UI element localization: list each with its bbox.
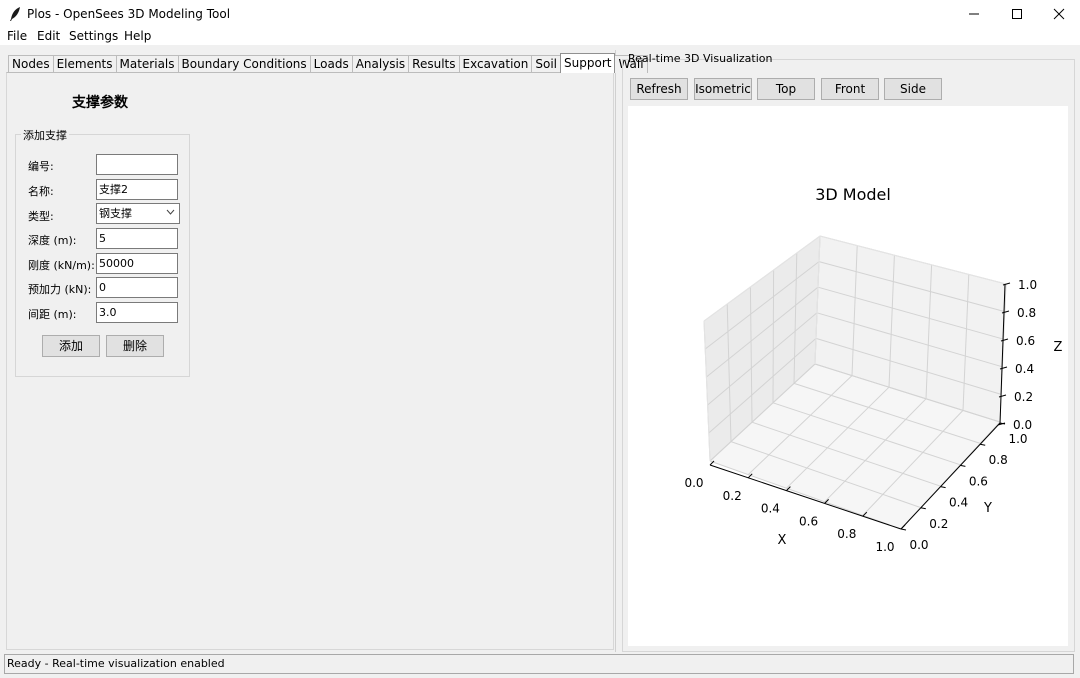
type-value: 钢支撑 [99, 207, 132, 220]
z-tick-label: 0.6 [1016, 334, 1035, 348]
plot-title: 3D Model [815, 185, 891, 204]
id-label: 编号: [28, 160, 54, 173]
front-view-button[interactable]: Front [821, 78, 879, 100]
side-view-button[interactable]: Side [884, 78, 942, 100]
tab-excavation[interactable]: Excavation [458, 55, 533, 73]
z-axis-label: Z [1054, 340, 1063, 355]
tab-materials[interactable]: Materials [115, 55, 179, 73]
menu-bar: File Edit Settings Help [0, 28, 1080, 46]
depth-label: 深度 (m): [28, 234, 77, 247]
section-title: 支撑参数 [72, 95, 128, 111]
feather-icon [10, 7, 20, 21]
refresh-button[interactable]: Refresh [630, 78, 688, 100]
status-bar: Ready - Real-time visualization enabled [4, 654, 1074, 674]
y-axis-label: Y [983, 501, 992, 516]
type-label: 类型: [28, 210, 54, 223]
group-label: 添加支撑 [21, 127, 69, 143]
tab-loads[interactable]: Loads [309, 55, 353, 73]
id-input[interactable] [96, 154, 178, 175]
maximize-icon [1012, 9, 1022, 19]
tab-strip: Nodes Elements Materials Boundary Condit… [8, 53, 648, 73]
close-button[interactable] [1038, 0, 1080, 28]
tab-boundary-conditions[interactable]: Boundary Conditions [177, 55, 311, 73]
tab-analysis[interactable]: Analysis [351, 55, 410, 73]
depth-input[interactable]: 5 [96, 228, 178, 249]
maximize-button[interactable] [996, 0, 1038, 28]
x-tick-label: 0.4 [761, 502, 780, 516]
y-tick-label: 0.2 [929, 517, 948, 531]
y-tick-mark [960, 464, 966, 467]
minimize-icon [969, 13, 979, 15]
chevron-down-icon [166, 209, 175, 215]
title-bar: Plos - OpenSees 3D Modeling Tool [0, 0, 1080, 28]
add-button[interactable]: 添加 [42, 335, 100, 357]
spacing-label: 间距 (m): [28, 308, 77, 321]
name-input[interactable]: 支撑2 [96, 179, 178, 200]
y-tick-label: 0.4 [949, 496, 968, 510]
x-axis-label: X [778, 533, 787, 548]
plot-canvas[interactable]: 3D Model 0.0 0.2 0.4 0.6 0.8 1.0 0.0 0.2 0.4 0.6… [628, 106, 1068, 646]
stiffness-label: 刚度 (kN/m): [28, 259, 95, 272]
z-tick-label: 1.0 [1018, 278, 1037, 292]
window-title: Plos - OpenSees 3D Modeling Tool [27, 7, 231, 21]
z-tick-label: 0.4 [1015, 362, 1034, 376]
menu-settings[interactable]: Settings [69, 29, 118, 43]
y-tick-label: 1.0 [1008, 432, 1027, 446]
z-tick-label: 0.8 [1017, 306, 1036, 320]
prestress-input[interactable]: 0 [96, 277, 178, 298]
y-tick-mark [940, 486, 946, 489]
tab-soil[interactable]: Soil [531, 55, 562, 73]
top-view-button[interactable]: Top [757, 78, 815, 100]
z-tick-label: 0.0 [1013, 418, 1032, 432]
visualization-label: Real-time 3D Visualization [628, 52, 773, 65]
x-tick-label: 0.2 [723, 489, 742, 503]
x-tick-label: 0.8 [837, 527, 856, 541]
tab-nodes[interactable]: Nodes [8, 55, 54, 73]
stiffness-input[interactable]: 50000 [96, 253, 178, 274]
isometric-button[interactable]: Isometric [694, 78, 752, 100]
x-tick-label: 0.6 [799, 514, 818, 528]
minimize-button[interactable] [953, 0, 995, 28]
tab-results[interactable]: Results [408, 55, 460, 73]
y-tick-mark [900, 528, 907, 531]
prestress-label: 预加力 (kN): [28, 283, 92, 296]
y-tick-mark [980, 443, 986, 446]
z-tick-label: 0.2 [1014, 390, 1033, 404]
spacing-input[interactable]: 3.0 [96, 302, 178, 323]
type-select[interactable]: 钢支撑 [96, 203, 180, 224]
y-tick-label: 0.0 [909, 538, 928, 552]
menu-file[interactable]: File [7, 29, 27, 43]
x-tick-label: 1.0 [875, 540, 894, 554]
name-label: 名称: [28, 185, 54, 198]
tab-elements[interactable]: Elements [52, 55, 117, 73]
tab-support[interactable]: Support [560, 53, 616, 73]
y-tick-label: 0.8 [989, 453, 1008, 467]
menu-help[interactable]: Help [124, 29, 151, 43]
close-icon [1053, 8, 1065, 20]
x-tick-label: 0.0 [684, 476, 703, 490]
3d-plot[interactable]: 3D Model 0.00.20.40.60.81.0 0.00.20.40.6… [628, 106, 1068, 646]
y-tick-mark [920, 507, 926, 510]
delete-button[interactable]: 删除 [106, 335, 164, 357]
menu-edit[interactable]: Edit [37, 29, 60, 43]
y-tick-label: 0.6 [969, 474, 988, 488]
